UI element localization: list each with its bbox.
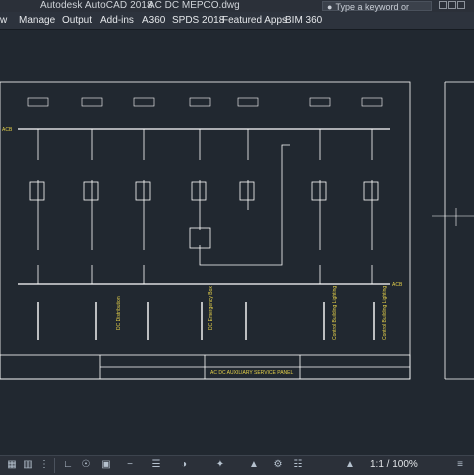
customization-icon[interactable]: ≡ <box>454 459 466 471</box>
bus-label-right: ACB <box>392 282 403 288</box>
grid-icon[interactable]: ▥ <box>22 459 34 471</box>
feeder-headers <box>27 97 383 107</box>
tab-spds[interactable]: SPDS 2018 <box>172 12 224 29</box>
adjacent-sheet <box>444 81 474 380</box>
status-bar: ▦ ▥ ⋮ ∟ ☉ ▣ − ☰ ◑ ✦ ▲ ⚙ ☷ ▲ 1:1 / 100% ≡ <box>0 455 474 475</box>
annotation-scale-icon[interactable]: ▲ <box>344 459 356 471</box>
user-icon[interactable] <box>439 1 447 9</box>
tab-output[interactable]: Output <box>62 12 92 29</box>
sheet-border <box>0 81 411 380</box>
zoom-level[interactable]: 1:1 / 100% <box>370 459 418 471</box>
title-block-text: AC DC AUXILIARY SERVICE PANEL <box>210 370 293 376</box>
help-icon[interactable] <box>457 1 465 9</box>
window-controls <box>438 0 470 12</box>
tab-manage[interactable]: Manage <box>19 12 55 29</box>
feeder-label-4: Control Building Lighting <box>382 286 388 340</box>
tab-featured-apps[interactable]: Featured Apps <box>222 12 287 29</box>
ribbon-tabs: w Manage Output Add-ins A360 SPDS 2018 F… <box>0 12 474 30</box>
selection-icon[interactable]: ✦ <box>214 459 226 471</box>
drawing-canvas[interactable]: ACB ACB DC Distribution DC Emergency Box… <box>0 30 474 455</box>
ortho-icon[interactable]: ∟ <box>62 459 74 471</box>
otrack-icon[interactable]: − <box>124 459 136 471</box>
annotation-icon[interactable]: ▲ <box>248 459 260 471</box>
schematic-drawing: ACB ACB DC Distribution DC Emergency Box… <box>0 81 474 380</box>
workspace-icon[interactable]: ⚙ <box>272 459 284 471</box>
search-box[interactable]: ●Type a keyword or phrase <box>322 1 432 22</box>
tab-add-ins[interactable]: Add-ins <box>100 12 134 29</box>
snap-icon[interactable]: ⋮ <box>38 459 50 471</box>
tab-view[interactable]: w <box>0 12 7 29</box>
feeder-label-1: DC Distribution <box>116 296 122 330</box>
breakers <box>29 181 379 249</box>
outgoing-feeders <box>37 302 375 340</box>
transparency-icon[interactable]: ◑ <box>178 459 190 471</box>
feeder-label-3: Control Building Lighting <box>332 286 338 340</box>
app-title: Autodesk AutoCAD 2018 <box>40 0 153 11</box>
title-bar: Autodesk AutoCAD 2018 AC DC MEPCO.dwg ● T… <box>0 0 474 22</box>
tab-a360[interactable]: A360 <box>142 12 165 29</box>
bus-label-left: ACB <box>2 127 13 133</box>
osnap-icon[interactable]: ▣ <box>100 459 112 471</box>
search-icon: ● <box>327 2 333 12</box>
file-name: AC DC MEPCO.dwg <box>148 0 240 11</box>
cart-icon[interactable] <box>448 1 456 9</box>
lineweight-icon[interactable]: ☰ <box>150 459 162 471</box>
polar-icon[interactable]: ☉ <box>80 459 92 471</box>
feeders <box>37 129 373 284</box>
tab-bim360[interactable]: BIM 360 <box>285 12 322 29</box>
settings-icon[interactable]: ☷ <box>292 459 304 471</box>
model-icon[interactable]: ▦ <box>6 459 18 471</box>
feeder-label-2: DC Emergency Box <box>208 286 214 330</box>
